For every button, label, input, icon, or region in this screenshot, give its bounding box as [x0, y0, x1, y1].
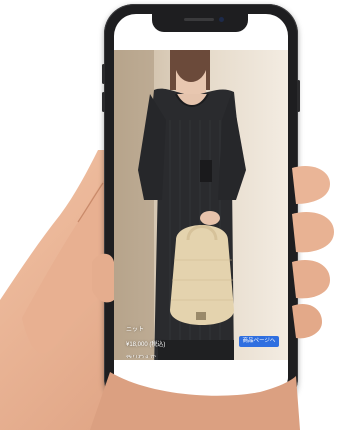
hand-fingers — [90, 165, 334, 430]
scene: ニット ¥18,000 (税込) 残りわずか 商品ページへ — [0, 0, 345, 430]
